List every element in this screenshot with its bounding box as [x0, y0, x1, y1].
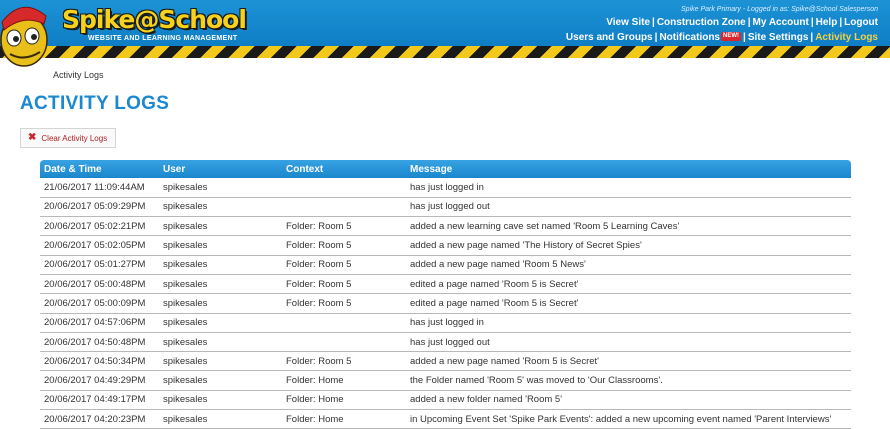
- cell-date-time: 20/06/2017 04:50:34PM: [40, 351, 159, 372]
- top-nav-primary: View Site | Construction Zone | My Account | H…: [606, 17, 878, 28]
- cell-date-time: 20/06/2017 04:20:23PM: [40, 409, 159, 429]
- cell-user: spikesales: [159, 293, 282, 314]
- cell-message: has just logged in: [406, 313, 851, 333]
- cell-message: edited a page named 'Room 5 is Secret': [406, 293, 851, 314]
- cell-user: spikesales: [159, 197, 282, 218]
- mascot-logo: [0, 6, 48, 67]
- cell-message: the Folder named 'Room 5' was moved to '…: [406, 370, 851, 391]
- cell-message: added a new page named 'Room 5 is Secret…: [406, 351, 851, 372]
- logo-text: Spike@School: [62, 5, 247, 34]
- cell-context: [282, 178, 406, 198]
- header-bar: Spike@School WEBSITE AND LEARNING MANAGE…: [0, 0, 890, 67]
- cell-message: added a new learning cave set named 'Roo…: [406, 216, 851, 237]
- nav-my-account[interactable]: My Account: [753, 17, 809, 28]
- clear-activity-logs-button[interactable]: ✖ Clear Activity Logs: [20, 128, 117, 148]
- column-header-user: User: [159, 160, 282, 178]
- hazard-stripe: [0, 46, 890, 58]
- table-row: 20/06/2017 05:00:48PM spikesales Folder: R…: [40, 274, 851, 295]
- nav-notifications-label: Notifications: [659, 32, 720, 43]
- table-body: 21/06/2017 11:09:44AM spikesales has just …: [40, 178, 851, 429]
- cell-date-time: 21/06/2017 11:09:44AM: [40, 178, 159, 198]
- cell-user: spikesales: [159, 351, 282, 372]
- cell-user: spikesales: [159, 274, 282, 295]
- cell-context: Folder: Room 5: [282, 235, 406, 256]
- table-row: 20/06/2017 04:49:17PM spikesales Folder: H…: [40, 390, 851, 411]
- cell-date-time: 20/06/2017 04:50:48PM: [40, 332, 159, 353]
- column-header-context: Context: [282, 160, 406, 178]
- cell-user: spikesales: [159, 235, 282, 256]
- cell-user: spikesales: [159, 255, 282, 275]
- cell-date-time: 20/06/2017 05:00:48PM: [40, 274, 159, 295]
- logo-subtitle: WEBSITE AND LEARNING MANAGEMENT: [88, 35, 238, 42]
- cell-context: Folder: Home: [282, 390, 406, 411]
- cell-context: Folder: Home: [282, 409, 406, 429]
- cell-user: spikesales: [159, 178, 282, 198]
- cell-user: spikesales: [159, 332, 282, 353]
- nav-users-groups[interactable]: Users and Groups: [566, 32, 653, 43]
- cell-context: [282, 332, 406, 353]
- nav-help[interactable]: Help: [816, 17, 838, 28]
- cell-context: Folder: Room 5: [282, 255, 406, 275]
- top-nav-secondary: Users and Groups | Notifications NEW! | Site …: [565, 32, 878, 43]
- nav-notifications[interactable]: Notifications NEW!: [659, 32, 741, 43]
- nav-view-site[interactable]: View Site: [606, 17, 650, 28]
- table-row: 20/06/2017 05:00:09PM spikesales Folder: R…: [40, 293, 851, 314]
- cell-date-time: 20/06/2017 05:00:09PM: [40, 293, 159, 314]
- cell-message: has just logged out: [406, 197, 851, 218]
- table-row: 20/06/2017 04:50:48PM spikesales has just …: [40, 332, 851, 353]
- cell-date-time: 20/06/2017 04:57:06PM: [40, 313, 159, 333]
- cell-date-time: 20/06/2017 04:49:17PM: [40, 390, 159, 411]
- column-header-date-time: Date & Time: [40, 160, 159, 178]
- cell-context: Folder: Home: [282, 370, 406, 391]
- clear-button-label: Clear Activity Logs: [41, 133, 108, 143]
- page-title: ACTIVITY LOGS: [20, 93, 170, 114]
- cell-user: spikesales: [159, 313, 282, 333]
- table-header-row: Date & Time User Context Message: [40, 160, 851, 178]
- breadcrumb[interactable]: Activity Logs: [53, 70, 104, 80]
- cell-context: [282, 313, 406, 333]
- table-row: 20/06/2017 05:02:05PM spikesales Folder: R…: [40, 235, 851, 256]
- cell-message: added a new page named 'The History of S…: [406, 235, 851, 256]
- table-row: 20/06/2017 04:20:23PM spikesales Folder: H…: [40, 409, 851, 429]
- cell-message: edited a page named 'Room 5 is Secret': [406, 274, 851, 295]
- cell-user: spikesales: [159, 216, 282, 237]
- cell-context: Folder: Room 5: [282, 216, 406, 237]
- page: Spike@School WEBSITE AND LEARNING MANAGE…: [0, 0, 890, 429]
- table-row: 20/06/2017 04:49:29PM spikesales Folder: H…: [40, 370, 851, 391]
- cell-date-time: 20/06/2017 05:09:29PM: [40, 197, 159, 218]
- nav-activity-logs[interactable]: Activity Logs: [815, 32, 878, 43]
- nav-logout[interactable]: Logout: [844, 17, 878, 28]
- table-row: 20/06/2017 05:01:27PM spikesales Folder: R…: [40, 255, 851, 275]
- cell-context: Folder: Room 5: [282, 351, 406, 372]
- cell-user: spikesales: [159, 390, 282, 411]
- cell-date-time: 20/06/2017 05:02:05PM: [40, 235, 159, 256]
- cell-message: added a new page named 'Room 5 News': [406, 255, 851, 275]
- login-info: Spike Park Primary - Logged in as: Spike…: [681, 6, 878, 13]
- cell-user: spikesales: [159, 370, 282, 391]
- cell-context: Folder: Room 5: [282, 293, 406, 314]
- cell-date-time: 20/06/2017 04:49:29PM: [40, 370, 159, 391]
- table-row: 20/06/2017 05:09:29PM spikesales has just …: [40, 197, 851, 218]
- activity-log-table: Date & Time User Context Message 21/06/2…: [40, 160, 851, 429]
- table-row: 21/06/2017 11:09:44AM spikesales has just …: [40, 178, 851, 198]
- cell-context: [282, 197, 406, 218]
- nav-construction-zone[interactable]: Construction Zone: [657, 17, 746, 28]
- table-row: 20/06/2017 05:02:21PM spikesales Folder: R…: [40, 216, 851, 237]
- close-icon: ✖: [28, 132, 37, 143]
- site-logo[interactable]: Spike@School WEBSITE AND LEARNING MANAGE…: [62, 6, 247, 46]
- cell-message: has just logged in: [406, 178, 851, 198]
- cell-user: spikesales: [159, 409, 282, 429]
- new-badge: NEW!: [721, 32, 741, 41]
- table-row: 20/06/2017 04:57:06PM spikesales has just …: [40, 313, 851, 333]
- cell-message: added a new folder named 'Room 5': [406, 390, 851, 411]
- cell-date-time: 20/06/2017 05:01:27PM: [40, 255, 159, 275]
- nav-site-settings[interactable]: Site Settings: [748, 32, 809, 43]
- table-row: 20/06/2017 04:50:34PM spikesales Folder: R…: [40, 351, 851, 372]
- cell-message: in Upcoming Event Set 'Spike Park Events…: [406, 409, 851, 429]
- column-header-message: Message: [406, 160, 851, 178]
- cell-message: has just logged out: [406, 332, 851, 353]
- cell-date-time: 20/06/2017 05:02:21PM: [40, 216, 159, 237]
- cell-context: Folder: Room 5: [282, 274, 406, 295]
